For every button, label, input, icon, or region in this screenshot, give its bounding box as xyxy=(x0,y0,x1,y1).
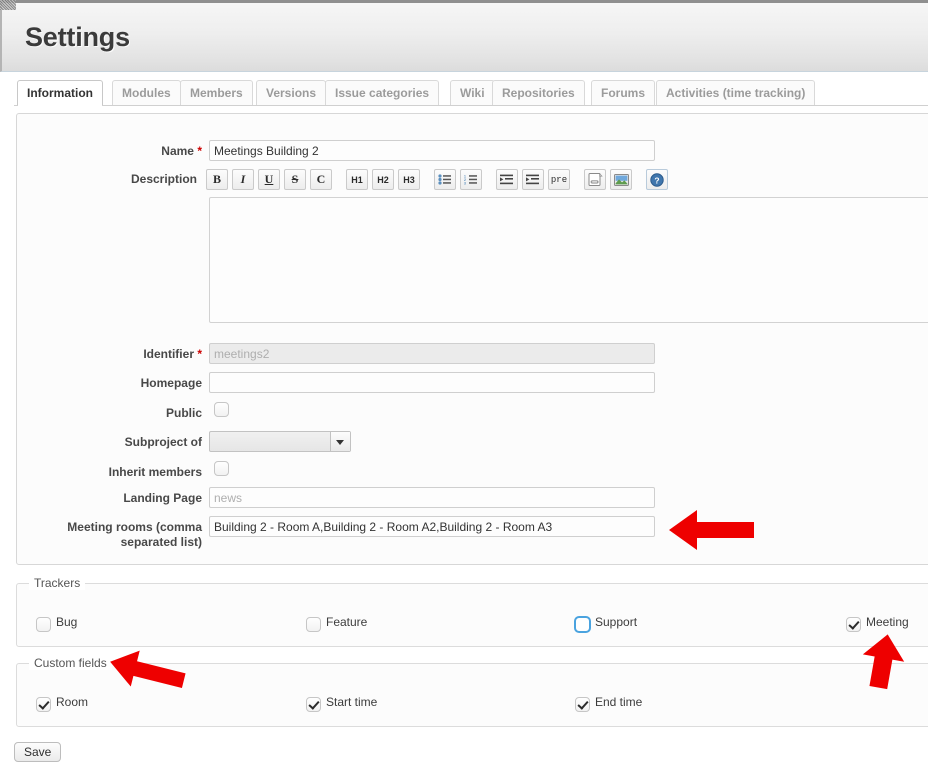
window-edge-decoration xyxy=(0,0,16,10)
save-button[interactable]: Save xyxy=(14,742,62,762)
heading-3-icon[interactable]: H3 xyxy=(398,169,420,190)
tab-information[interactable]: Information xyxy=(17,80,103,106)
description-editor-toolbar: B I U S C H1 H2 H3 123 pre ? xyxy=(206,169,672,190)
description-textarea[interactable] xyxy=(209,197,928,323)
homepage-label: Homepage xyxy=(140,376,202,390)
heading-1-icon[interactable]: H1 xyxy=(346,169,368,190)
custom-field-end-time-label: End time xyxy=(595,695,643,709)
name-label: Name * xyxy=(161,144,202,158)
heading-2-icon[interactable]: H2 xyxy=(372,169,394,190)
tab-repositories[interactable]: Repositories xyxy=(492,80,585,105)
landing-page-input[interactable] xyxy=(209,487,655,508)
tracker-feature-checkbox[interactable] xyxy=(306,617,321,632)
subproject-of-select[interactable] xyxy=(209,431,351,452)
project-settings-form: Name * Description B I U S C H1 H2 H3 12… xyxy=(16,113,928,565)
indent-icon[interactable] xyxy=(522,169,544,190)
meeting-rooms-label: Meeting rooms (comma separated list) xyxy=(67,520,202,549)
tracker-bug-checkbox[interactable] xyxy=(36,617,51,632)
inherit-members-checkbox[interactable] xyxy=(214,461,229,476)
custom-field-room-checkbox[interactable] xyxy=(36,697,51,712)
underline-icon[interactable]: U xyxy=(258,169,280,190)
trackers-fieldset: Trackers Bug Feature Support Meeting xyxy=(16,576,928,647)
unordered-list-icon[interactable] xyxy=(434,169,456,190)
tab-versions[interactable]: Versions xyxy=(256,80,327,105)
custom-field-start-time-label: Start time xyxy=(326,695,378,709)
help-icon[interactable]: ? xyxy=(646,169,668,190)
public-label: Public xyxy=(165,406,202,420)
identifier-input xyxy=(209,343,655,364)
settings-tab-bar: Information Modules Members Versions Iss… xyxy=(0,80,928,106)
outdent-icon[interactable] xyxy=(496,169,518,190)
identifier-label: Identifier * xyxy=(143,347,202,361)
strikethrough-icon[interactable]: S xyxy=(284,169,306,190)
code-icon[interactable]: C xyxy=(310,169,332,190)
tab-activities[interactable]: Activities (time tracking) xyxy=(656,80,816,105)
tracker-meeting-label: Meeting xyxy=(866,615,909,629)
custom-fields-legend: Custom fields xyxy=(29,656,112,670)
description-label: Description xyxy=(130,172,197,186)
preformatted-icon[interactable]: pre xyxy=(548,169,570,190)
tab-forums[interactable]: Forums xyxy=(591,80,656,105)
chevron-down-icon xyxy=(330,432,350,451)
tracker-support-checkbox[interactable] xyxy=(575,617,590,632)
public-checkbox[interactable] xyxy=(214,402,229,417)
svg-text:?: ? xyxy=(654,175,659,185)
tracker-bug-label: Bug xyxy=(56,615,78,629)
trackers-legend: Trackers xyxy=(29,576,86,590)
meeting-rooms-input[interactable] xyxy=(209,516,655,537)
homepage-input[interactable] xyxy=(209,372,655,393)
custom-field-room-label: Room xyxy=(56,695,89,709)
bold-icon[interactable]: B xyxy=(206,169,228,190)
page-title: Settings xyxy=(25,22,130,52)
tracker-support-label: Support xyxy=(595,615,638,629)
italic-icon[interactable]: I xyxy=(232,169,254,190)
custom-field-start-time-checkbox[interactable] xyxy=(306,697,321,712)
inherit-members-label: Inherit members xyxy=(108,465,202,479)
image-icon[interactable] xyxy=(610,169,632,190)
subproject-of-label: Subproject of xyxy=(124,435,202,449)
tab-wiki[interactable]: Wiki xyxy=(450,80,495,105)
ordered-list-icon[interactable]: 123 xyxy=(460,169,482,190)
custom-field-end-time-checkbox[interactable] xyxy=(575,697,590,712)
tracker-meeting-checkbox[interactable] xyxy=(846,617,861,632)
tab-modules[interactable]: Modules xyxy=(112,80,181,105)
custom-fields-fieldset: Custom fields Room Start time End time xyxy=(16,656,928,727)
tracker-feature-label: Feature xyxy=(326,615,368,629)
name-input[interactable] xyxy=(209,140,655,161)
tab-issue-categories[interactable]: Issue categories xyxy=(325,80,440,105)
svg-text:3: 3 xyxy=(464,181,466,185)
page-header: Settings xyxy=(0,0,928,72)
landing-page-label: Landing Page xyxy=(123,491,202,505)
tab-members[interactable]: Members xyxy=(180,80,253,105)
link-icon[interactable] xyxy=(584,169,606,190)
